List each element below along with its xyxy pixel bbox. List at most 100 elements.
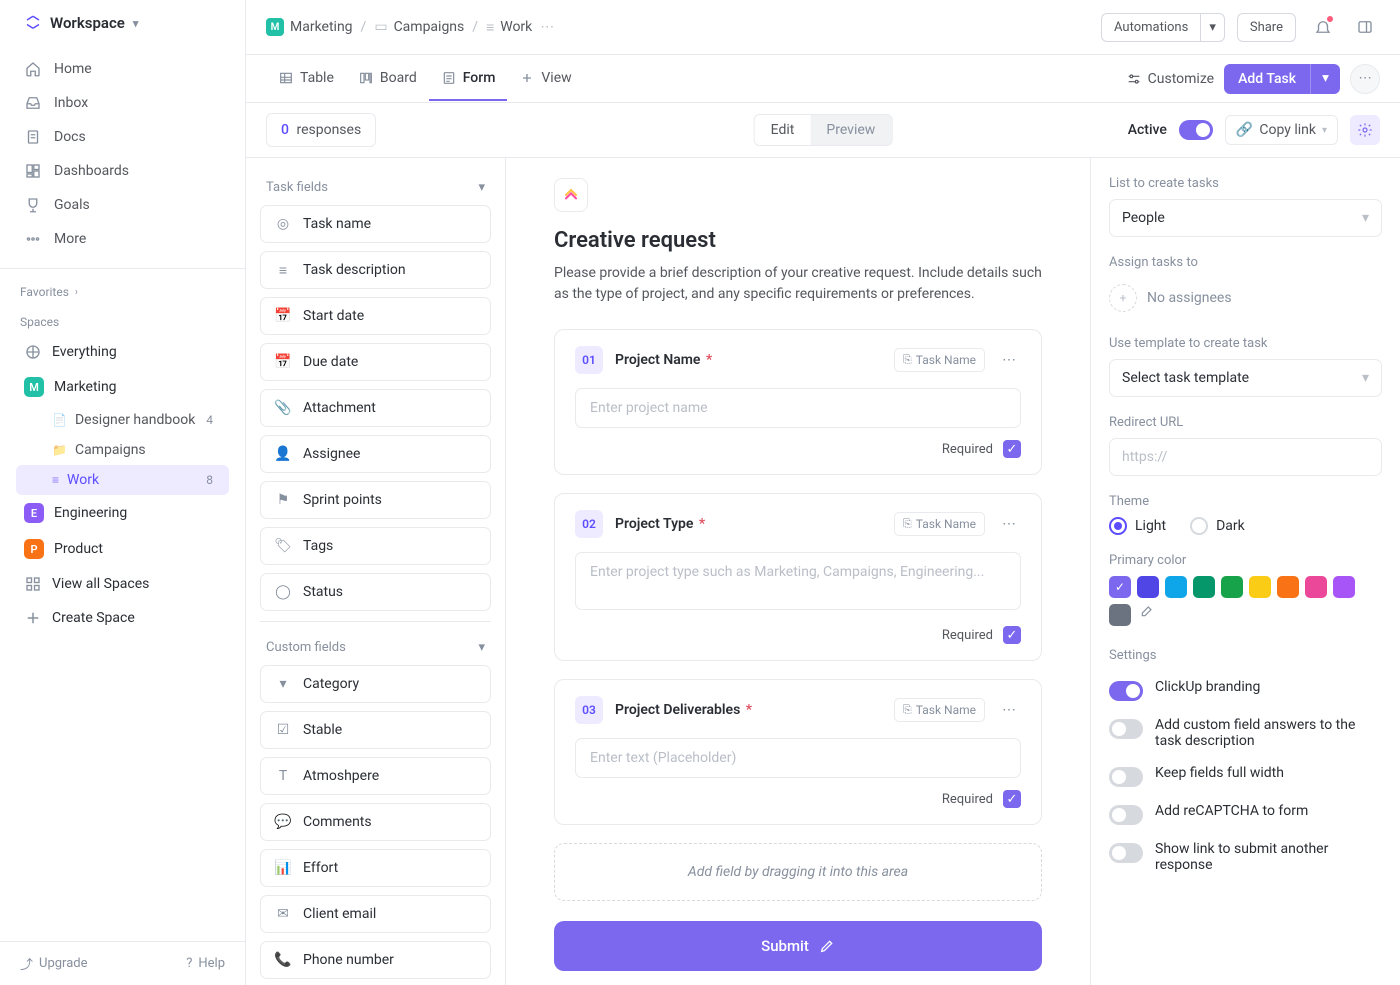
- color-swatch[interactable]: [1249, 576, 1271, 598]
- sidebar-child-designer-handbook[interactable]: 📄Designer handbook4: [16, 405, 229, 435]
- custom-fields-header[interactable]: Custom fields ▾: [260, 621, 491, 665]
- sidebar-space-product[interactable]: PProduct: [8, 531, 237, 567]
- field-dropzone[interactable]: Add field by dragging it into this area: [554, 843, 1042, 901]
- sidebar-space-marketing[interactable]: MMarketing: [8, 369, 237, 405]
- view-tab-board[interactable]: Board: [346, 57, 429, 101]
- sidebar-item-inbox[interactable]: Inbox: [8, 86, 237, 120]
- status-icon: ◯: [275, 584, 291, 600]
- field-label: Project Deliverables *: [615, 702, 752, 718]
- sidebar-child-campaigns[interactable]: 📁Campaigns: [16, 435, 229, 465]
- field-chip-attachment[interactable]: 📎Attachment: [260, 389, 491, 427]
- sidebar-item-everything[interactable]: Everything: [8, 335, 237, 369]
- field-chip-task-description[interactable]: ≡Task description: [260, 251, 491, 289]
- sidebar-item-more[interactable]: More: [8, 222, 237, 256]
- panel-toggle-button[interactable]: [1350, 12, 1380, 42]
- customize-button[interactable]: Customize: [1126, 71, 1214, 87]
- preview-tab[interactable]: Preview: [810, 115, 891, 145]
- breadcrumb-list[interactable]: ≡ Work: [486, 19, 532, 36]
- required-toggle[interactable]: ✓: [1003, 440, 1021, 458]
- field-chip-category[interactable]: ▾Category: [260, 665, 491, 703]
- template-select[interactable]: Select task template▾: [1109, 359, 1382, 397]
- breadcrumb-more[interactable]: ⋯: [540, 19, 554, 35]
- field-more-button[interactable]: ⋯: [997, 512, 1021, 536]
- sidebar-item-dashboards[interactable]: Dashboards: [8, 154, 237, 188]
- theme-light-radio[interactable]: Light: [1109, 517, 1166, 535]
- color-swatch[interactable]: [1305, 576, 1327, 598]
- color-swatch[interactable]: [1221, 576, 1243, 598]
- setting-toggle[interactable]: [1109, 843, 1143, 863]
- field-chip-phone-number[interactable]: 📞Phone number: [260, 941, 491, 979]
- required-toggle[interactable]: ✓: [1003, 626, 1021, 644]
- list-select[interactable]: People▾: [1109, 199, 1382, 237]
- field-chip-tags[interactable]: 🏷Tags: [260, 527, 491, 565]
- chevron-down-icon: ▾: [1322, 125, 1327, 136]
- theme-dark-radio[interactable]: Dark: [1190, 517, 1245, 535]
- setting-toggle[interactable]: [1109, 767, 1143, 787]
- field-input[interactable]: [575, 552, 1021, 610]
- field-chip-task-name[interactable]: ◎Task name: [260, 205, 491, 243]
- field-chip-due-date[interactable]: 📅Due date: [260, 343, 491, 381]
- field-chip-effort[interactable]: 📊Effort: [260, 849, 491, 887]
- edit-tab[interactable]: Edit: [755, 115, 811, 145]
- view-tab-view[interactable]: View: [507, 57, 583, 101]
- color-swatch[interactable]: [1109, 576, 1131, 598]
- setting-toggle[interactable]: [1109, 805, 1143, 825]
- folder-icon: 📁: [52, 443, 67, 457]
- field-chip-sprint-points[interactable]: ⚑Sprint points: [260, 481, 491, 519]
- color-swatch[interactable]: [1277, 576, 1299, 598]
- field-chip-client-email[interactable]: ✉Client email: [260, 895, 491, 933]
- task-fields-header[interactable]: Task fields ▾: [260, 170, 491, 205]
- form-settings-button[interactable]: [1350, 115, 1380, 145]
- copy-link-button[interactable]: 🔗 Copy link ▾: [1225, 115, 1338, 145]
- field-more-button[interactable]: ⋯: [997, 698, 1021, 722]
- color-swatch[interactable]: [1193, 576, 1215, 598]
- field-more-button[interactable]: ⋯: [997, 348, 1021, 372]
- required-toggle[interactable]: ✓: [1003, 790, 1021, 808]
- sidebar-item-docs[interactable]: Docs: [8, 120, 237, 154]
- sidebar-item-goals[interactable]: Goals: [8, 188, 237, 222]
- setting-toggle[interactable]: [1109, 719, 1143, 739]
- notifications-button[interactable]: [1308, 12, 1338, 42]
- setting-toggle[interactable]: [1109, 681, 1143, 701]
- breadcrumb-folder[interactable]: ▭ Campaigns: [374, 19, 464, 35]
- workspace-switcher[interactable]: Workspace ▾: [0, 0, 245, 46]
- sidebar-item-create-space[interactable]: Create Space: [8, 601, 237, 635]
- add-task-caret[interactable]: ▾: [1310, 64, 1340, 94]
- color-swatch[interactable]: [1137, 576, 1159, 598]
- breadcrumb-space[interactable]: M Marketing: [266, 18, 353, 36]
- sidebar-child-work[interactable]: ≡Work8: [16, 465, 229, 495]
- upgrade-button[interactable]: ⤴ Upgrade: [20, 954, 88, 973]
- field-chip-assignee[interactable]: 👤Assignee: [260, 435, 491, 473]
- color-swatch[interactable]: [1165, 576, 1187, 598]
- field-chip-start-date[interactable]: 📅Start date: [260, 297, 491, 335]
- color-swatch[interactable]: [1109, 604, 1131, 626]
- add-task-button[interactable]: Add Task: [1224, 64, 1310, 94]
- view-tab-form[interactable]: Form: [429, 57, 508, 101]
- active-toggle[interactable]: [1179, 120, 1213, 140]
- user-icon: 👤: [275, 446, 291, 462]
- field-chip-stable[interactable]: ☑Stable: [260, 711, 491, 749]
- field-input[interactable]: [575, 388, 1021, 428]
- sidebar-item-home[interactable]: Home: [8, 52, 237, 86]
- automations-caret[interactable]: ▾: [1200, 13, 1225, 42]
- help-button[interactable]: ? Help: [186, 954, 225, 973]
- submit-button[interactable]: Submit: [554, 921, 1042, 971]
- field-chip-atmoshpere[interactable]: TAtmoshpere: [260, 757, 491, 795]
- color-swatch[interactable]: [1333, 576, 1355, 598]
- cal-icon: 📅: [275, 308, 291, 324]
- eyedropper-icon[interactable]: [1137, 605, 1153, 625]
- redirect-url-input[interactable]: [1109, 438, 1382, 476]
- sidebar-space-engineering[interactable]: EEngineering: [8, 495, 237, 531]
- automations-button[interactable]: Automations ▾: [1101, 13, 1225, 42]
- overflow-button[interactable]: ⋯: [1350, 64, 1380, 94]
- share-button[interactable]: Share: [1237, 13, 1296, 42]
- favorites-section[interactable]: Favorites›: [0, 275, 245, 305]
- sidebar-item-view-all-spaces[interactable]: View all Spaces: [8, 567, 237, 601]
- field-chip-comments[interactable]: 💬Comments: [260, 803, 491, 841]
- assignee-picker[interactable]: + No assignees: [1109, 278, 1382, 318]
- field-input[interactable]: [575, 738, 1021, 778]
- responses-pill[interactable]: 0 responses: [266, 113, 376, 147]
- doc-icon: 📄: [52, 413, 67, 427]
- view-tab-table[interactable]: Table: [266, 57, 346, 101]
- field-chip-status[interactable]: ◯Status: [260, 573, 491, 611]
